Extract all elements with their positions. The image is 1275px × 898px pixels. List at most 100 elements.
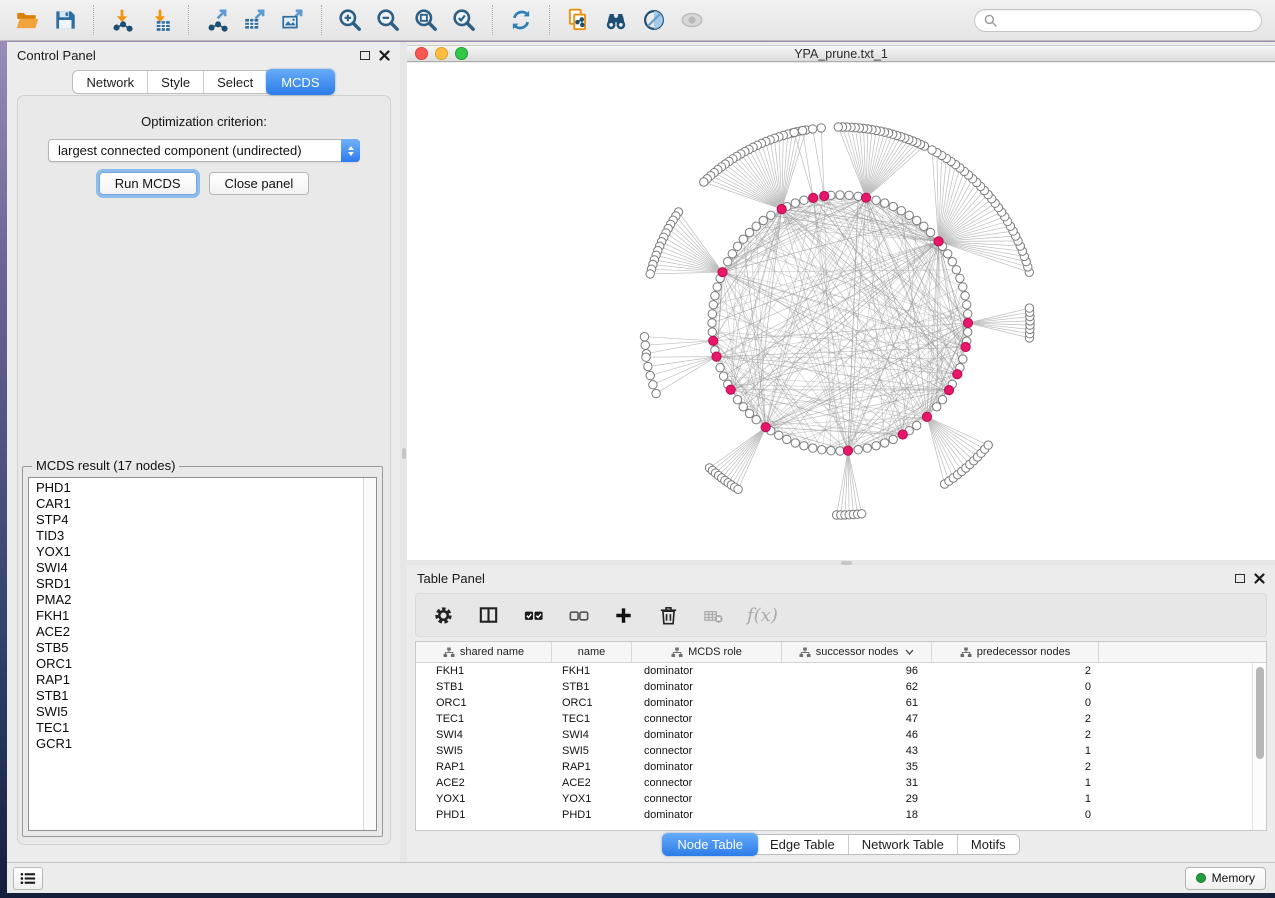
network-node[interactable] (817, 124, 825, 132)
network-node[interactable] (944, 250, 952, 258)
network-node[interactable] (938, 396, 946, 404)
task-history-button[interactable] (13, 867, 43, 890)
sort-arrow-icon[interactable] (905, 649, 914, 655)
mcds-result-item[interactable]: ORC1 (29, 656, 363, 672)
network-node[interactable] (818, 446, 826, 454)
network-node[interactable] (708, 319, 716, 327)
table-row[interactable]: PHD1PHD1dominator180 (416, 807, 1252, 823)
trash-icon[interactable] (657, 604, 680, 627)
network-node[interactable] (711, 292, 719, 300)
network-node[interactable] (646, 270, 654, 278)
table-row[interactable]: SWI4SWI4dominator462 (416, 727, 1252, 743)
mcds-node[interactable] (843, 446, 852, 455)
network-node[interactable] (734, 485, 742, 493)
tab-style[interactable]: Style (148, 71, 204, 93)
tab-network[interactable]: Network (73, 71, 148, 93)
refresh-icon[interactable] (502, 3, 540, 37)
network-node[interactable] (845, 191, 853, 199)
network-node[interactable] (652, 389, 660, 397)
network-node[interactable] (719, 372, 727, 380)
table-row[interactable]: ORC1ORC1dominator610 (416, 695, 1252, 711)
mcds-node[interactable] (809, 193, 818, 202)
network-node[interactable] (963, 301, 971, 309)
select-all-icon[interactable] (522, 604, 545, 627)
network-node[interactable] (889, 202, 897, 210)
network-node[interactable] (775, 431, 783, 439)
tab-select[interactable]: Select (204, 71, 267, 93)
search-box[interactable] (974, 9, 1262, 32)
zoom-in-icon[interactable] (331, 3, 369, 37)
network-node[interactable] (961, 292, 969, 300)
network-node[interactable] (800, 196, 808, 204)
network-node[interactable] (933, 403, 941, 411)
network-node[interactable] (745, 409, 753, 417)
zoom-selected-icon[interactable] (445, 3, 483, 37)
network-node[interactable] (640, 333, 648, 341)
network-node[interactable] (642, 353, 650, 361)
network-node[interactable] (959, 355, 967, 363)
export-image-icon[interactable] (274, 3, 312, 37)
network-node[interactable] (809, 444, 817, 452)
network-node[interactable] (872, 196, 880, 204)
memory-button[interactable]: Memory (1185, 867, 1266, 890)
table-row[interactable]: FKH1FKH1dominator962 (416, 663, 1252, 679)
mcds-node[interactable] (709, 336, 718, 345)
network-node[interactable] (700, 178, 708, 186)
network-node[interactable] (858, 510, 866, 518)
network-node[interactable] (881, 439, 889, 447)
network-node[interactable] (752, 416, 760, 424)
table-scrollbar-thumb[interactable] (1256, 667, 1264, 759)
optimization-criterion-select[interactable]: largest connected component (undirected) (48, 139, 360, 162)
network-node[interactable] (739, 235, 747, 243)
network-node[interactable] (984, 441, 992, 449)
mcds-node[interactable] (712, 352, 721, 361)
splitter-grip[interactable] (841, 561, 852, 565)
table-scrollbar[interactable] (1252, 663, 1266, 830)
network-node[interactable] (728, 250, 736, 258)
splitter-grip[interactable] (402, 448, 406, 459)
mcds-node[interactable] (726, 385, 735, 394)
mcds-result-item[interactable]: STP4 (29, 512, 363, 528)
tab-edge-table[interactable]: Edge Table (757, 835, 849, 854)
table-row[interactable]: STB1STB1dominator620 (416, 679, 1252, 695)
network-node[interactable] (716, 364, 724, 372)
binoculars-icon[interactable] (597, 3, 635, 37)
mcds-node[interactable] (963, 318, 972, 327)
mcds-node[interactable] (934, 237, 943, 246)
column-header-shared-name[interactable]: shared name (416, 642, 552, 662)
network-node[interactable] (791, 199, 799, 207)
network-node[interactable] (964, 328, 972, 336)
network-node[interactable] (733, 396, 741, 404)
mcds-result-item[interactable]: SWI4 (29, 560, 363, 576)
column-header-name[interactable]: name (552, 642, 632, 662)
export-network-icon[interactable] (198, 3, 236, 37)
import-table-icon[interactable] (141, 3, 179, 37)
mcds-result-item[interactable]: RAP1 (29, 672, 363, 688)
network-node[interactable] (649, 381, 657, 389)
network-node[interactable] (733, 242, 741, 250)
mcds-result-item[interactable]: YOX1 (29, 544, 363, 560)
network-node[interactable] (964, 310, 972, 318)
network-node[interactable] (905, 211, 913, 219)
network-window-titlebar[interactable]: YPA_prune.txt_1 (407, 45, 1275, 62)
network-node[interactable] (708, 328, 716, 336)
close-window-icon[interactable] (415, 47, 428, 60)
clear-selection-icon[interactable] (567, 604, 590, 627)
network-node[interactable] (752, 222, 760, 230)
network-node[interactable] (1025, 304, 1033, 312)
mcds-result-item[interactable]: PHD1 (29, 480, 363, 496)
zoom-out-icon[interactable] (369, 3, 407, 37)
network-node[interactable] (791, 439, 799, 447)
delete-table-icon[interactable] (702, 604, 725, 627)
fx-icon[interactable]: f(x) (747, 605, 778, 626)
mcds-result-item[interactable]: TEC1 (29, 720, 363, 736)
float-panel-icon[interactable] (1235, 574, 1245, 583)
mcds-result-item[interactable]: ACE2 (29, 624, 363, 640)
network-node[interactable] (836, 191, 844, 199)
network-node[interactable] (709, 301, 717, 309)
network-node[interactable] (790, 128, 798, 136)
float-panel-icon[interactable] (360, 51, 370, 60)
network-node[interactable] (952, 266, 960, 274)
column-header-predecessor-nodes[interactable]: predecessor nodes (932, 642, 1099, 662)
mcds-result-list[interactable]: PHD1CAR1STP4TID3YOX1SWI4SRD1PMA2FKH1ACE2… (28, 477, 377, 831)
